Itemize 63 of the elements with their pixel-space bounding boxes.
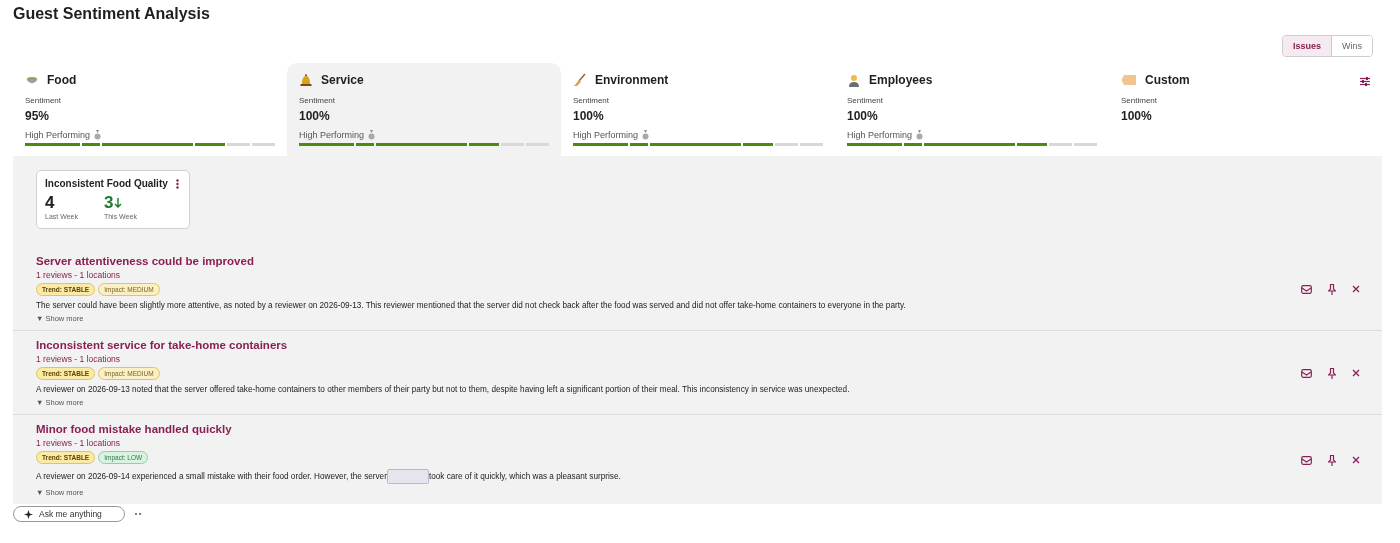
issue-description: took care of it quickly, which was a pleasant surprise. — [428, 472, 621, 481]
close-icon[interactable] — [1352, 369, 1360, 377]
sentiment-label: Sentiment — [25, 96, 62, 105]
category-tab[interactable]: Food Sentiment 95% High Performing — [13, 63, 287, 156]
issue-meta: 1 reviews - 1 locations — [36, 354, 121, 364]
this-week-value: 3 — [103, 193, 114, 213]
pin-icon[interactable] — [1328, 367, 1336, 379]
status-text: High Performing — [573, 130, 639, 140]
issue-description: The server could have been slightly more attentive, as noted by a reviewer on 2026-09-13. This reviewer mentioned that the server did not check back after the food was served and did not offer take-home containers to everyone in the party. — [36, 301, 906, 310]
sentiment-value: 100% — [847, 109, 879, 123]
email-icon[interactable] — [1301, 368, 1312, 378]
pin-icon[interactable] — [1328, 454, 1336, 466]
issue-description: A reviewer on 2026-09-13 noted that the server offered take-home containers to other members of their party but not to them, despite having left a significant portion of their meal. This inconsistency in service was unexpected. — [36, 385, 850, 394]
category-tab[interactable]: Environment Sentiment 100% High Performing — [561, 63, 835, 156]
medal-icon — [916, 130, 924, 140]
sentiment-label: Sentiment — [1121, 96, 1158, 105]
category-name: Food — [47, 73, 77, 87]
status-text: High Performing — [25, 130, 91, 140]
sentiment-label: Sentiment — [299, 96, 336, 105]
category-name: Service — [321, 73, 364, 87]
person-icon — [847, 73, 861, 87]
sentiment-value: 100% — [573, 109, 605, 123]
page-title: Guest Sentiment Analysis — [13, 5, 210, 23]
issue-title[interactable]: Server attentiveness could be improved — [36, 255, 254, 267]
close-icon[interactable] — [1352, 285, 1360, 293]
broom-icon — [573, 73, 587, 87]
sentiment-label: Sentiment — [847, 96, 884, 105]
medal-icon — [642, 130, 650, 140]
tag-icon — [1121, 74, 1137, 86]
issue-meta: 1 reviews - 1 locations — [36, 438, 121, 448]
sentiment-value: 95% — [25, 109, 51, 123]
email-icon[interactable] — [1301, 284, 1312, 294]
status-text: High Performing — [847, 130, 913, 140]
category-name: Employees — [869, 73, 933, 87]
sentiment-value: 100% — [1121, 109, 1153, 123]
medal-icon — [94, 130, 102, 140]
category-tab[interactable]: Service Sentiment 100% High Performing — [287, 63, 561, 156]
medal-icon — [368, 130, 376, 140]
pin-icon[interactable] — [1328, 283, 1336, 295]
more-options-icon[interactable] — [175, 178, 179, 189]
issue-description: A reviewer on 2026-09-14 experienced a small mistake with their food order. However, the server — [36, 472, 387, 481]
category-tab[interactable]: Custom Sentiment 100% — [1109, 63, 1382, 156]
bell-icon — [299, 73, 313, 87]
last-week-value: 4 — [45, 193, 56, 213]
sparkle-icon — [24, 509, 33, 519]
settings-icon[interactable] — [1360, 77, 1370, 86]
issue-title[interactable]: Inconsistent service for take-home containers — [36, 339, 288, 351]
redacted-block — [386, 469, 429, 484]
close-icon[interactable] — [1352, 456, 1360, 464]
category-name: Custom — [1145, 73, 1190, 87]
card-title: Inconsistent Food Quality — [45, 178, 168, 189]
sentiment-label: Sentiment — [573, 96, 610, 105]
toggle-option[interactable]: Issues — [1282, 36, 1332, 56]
sentiment-value: 100% — [299, 109, 331, 123]
drag-handle-icon[interactable] — [135, 512, 141, 516]
category-tab[interactable]: Employees Sentiment 100% High Performing — [835, 63, 1109, 156]
chat-placeholder: Ask me anything — [39, 509, 102, 519]
status-text: High Performing — [299, 130, 365, 140]
category-name: Environment — [595, 73, 669, 87]
issue-title[interactable]: Minor food mistake handled quickly — [36, 423, 232, 435]
email-icon[interactable] — [1301, 455, 1312, 465]
chat-input[interactable]: Ask me anything — [13, 506, 125, 522]
issue-meta: 1 reviews - 1 locations — [36, 270, 121, 280]
